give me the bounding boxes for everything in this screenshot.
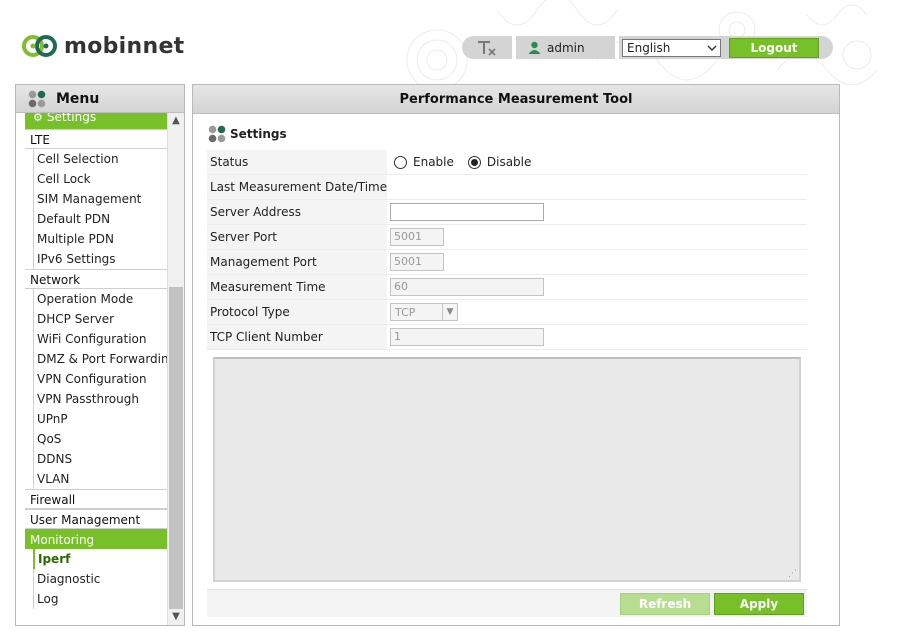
server-port-input[interactable]: 5001 [390,228,444,246]
management-port-input[interactable]: 5001 [390,253,444,271]
section-title-label: Settings [230,127,287,141]
mobinnet-logo: mobinnet [22,30,185,62]
form-row-management-port: Management Port 5001 [207,250,807,275]
chevron-down-icon: ▼ [442,304,457,320]
sidebar-group-lte[interactable]: LTE [25,129,168,149]
menu-header: Menu [16,85,184,113]
scroll-thumb[interactable] [169,287,183,609]
sidebar-item-vpn-passthrough[interactable]: VPN Passthrough [33,389,168,409]
form-row-measurement-time: Measurement Time 60 [207,275,807,300]
sidebar-item-cell-lock[interactable]: Cell Lock [33,169,168,189]
language-select[interactable]: English [622,38,721,57]
settings-grid-icon [208,125,226,143]
language-value: English [627,40,671,55]
form-row-status: Status Enable Disable [207,150,807,175]
status-disable-radio[interactable]: Disable [467,155,532,169]
logout-button[interactable]: Logout [729,37,819,58]
management-port-label: Management Port [207,250,387,274]
tcp-client-number-input[interactable]: 1 [390,328,544,346]
button-row: Refresh Apply [207,589,807,617]
sidebar-item-sim-management[interactable]: SIM Management [33,189,168,209]
refresh-button[interactable]: Refresh [620,593,710,615]
logout-wrapper: Logout [725,36,833,59]
measurement-time-label: Measurement Time [207,275,387,299]
form-row-server-address: Server Address [207,200,807,225]
gear-icon: ⚙ [33,113,43,124]
main-panel: Performance Measurement Tool Settings St… [192,84,840,626]
sidebar-item-multiple-pdn[interactable]: Multiple PDN [33,229,168,249]
menu-grid-icon [28,90,46,107]
sidebar-menu: Menu ⚙ Settings LTE Cell Selection Cell … [15,84,185,626]
status-disable-label: Disable [486,155,532,169]
scroll-up-icon[interactable]: ▲ [168,113,184,129]
scroll-down-icon[interactable]: ▼ [168,609,184,625]
sidebar-group-network[interactable]: Network [25,269,168,289]
sidebar-item-iperf[interactable]: Iperf [33,549,168,569]
page: mobinnet admin English Logout Menu ⚙ Set… [0,0,897,637]
sidebar-item-vlan[interactable]: VLAN [33,469,168,489]
status-value: Enable Disable [387,150,807,174]
language-wrapper: English [619,36,725,59]
sidebar-group-firewall[interactable]: Firewall [25,489,168,509]
form-row-last-measurement: Last Measurement Date/Time [207,175,807,200]
clear-filter-icon [478,40,496,56]
header: mobinnet admin English Logout [0,0,897,85]
form-row-protocol-type: Protocol Type TCP ▼ [207,300,807,325]
sidebar-group-user-management[interactable]: User Management [25,509,168,529]
top-toolbar: admin English Logout [462,36,833,59]
apply-button[interactable]: Apply [714,593,804,615]
tcp-client-number-label: TCP Client Number [207,325,387,349]
measurement-time-input[interactable]: 60 [390,278,544,296]
radio-unchecked-icon [394,155,407,169]
status-enable-radio[interactable]: Enable [394,155,454,169]
sidebar-item-dmz-port-forwarding[interactable]: DMZ & Port Forwarding [33,349,176,369]
last-measurement-value [387,175,807,199]
protocol-type-value: TCP [395,305,416,319]
radio-checked-icon [467,155,481,169]
sidebar-settings-header[interactable]: ⚙ Settings [25,113,168,129]
sidebar-scrollbar[interactable]: ▲ ▼ [167,113,184,625]
sidebar-item-cell-selection[interactable]: Cell Selection [33,149,168,169]
protocol-type-label: Protocol Type [207,300,387,324]
sidebar-item-wifi-configuration[interactable]: WiFi Configuration [33,329,168,349]
user-indicator: admin [516,36,615,59]
protocol-type-select[interactable]: TCP ▼ [390,303,458,321]
chevron-down-icon [707,45,717,51]
sidebar-item-qos[interactable]: QoS [33,429,168,449]
page-title: Performance Measurement Tool [193,85,839,114]
sidebar-item-operation-mode[interactable]: Operation Mode [33,289,168,309]
user-icon [528,41,541,54]
username: admin [547,40,585,55]
server-address-input[interactable] [390,203,544,221]
sidebar-item-vpn-configuration[interactable]: VPN Configuration [33,369,168,389]
resize-handle-icon[interactable]: ⋰ [788,569,797,579]
logo-mark-icon [22,35,57,57]
settings-form: Status Enable Disable Last Measurement D… [207,150,807,350]
form-row-tcp-client-number: TCP Client Number 1 [207,325,807,350]
server-address-label: Server Address [207,200,387,224]
server-port-label: Server Port [207,225,387,249]
section-title: Settings [208,125,287,143]
form-row-server-port: Server Port 5001 [207,225,807,250]
clear-filter-button[interactable] [462,36,512,59]
menu-body: ⚙ Settings LTE Cell Selection Cell Lock … [16,113,184,625]
sidebar-item-diagnostic[interactable]: Diagnostic [33,569,168,589]
sidebar-group-monitoring[interactable]: Monitoring [25,529,168,549]
sidebar-item-ddns[interactable]: DDNS [33,449,168,469]
last-measurement-label: Last Measurement Date/Time [207,175,387,199]
output-textarea[interactable]: ⋰ [213,357,801,582]
sidebar-item-default-pdn[interactable]: Default PDN [33,209,168,229]
sidebar-item-dhcp-server[interactable]: DHCP Server [33,309,168,329]
brand-name: mobinnet [64,33,185,59]
status-enable-label: Enable [413,155,454,169]
sidebar-item-ipv6-settings[interactable]: IPv6 Settings [33,249,168,269]
settings-label: Settings [46,113,97,124]
menu-list: ⚙ Settings LTE Cell Selection Cell Lock … [16,113,176,609]
sidebar-item-upnp[interactable]: UPnP [33,409,168,429]
menu-title: Menu [56,90,100,107]
sidebar-item-log[interactable]: Log [33,589,168,609]
status-label: Status [207,150,387,174]
